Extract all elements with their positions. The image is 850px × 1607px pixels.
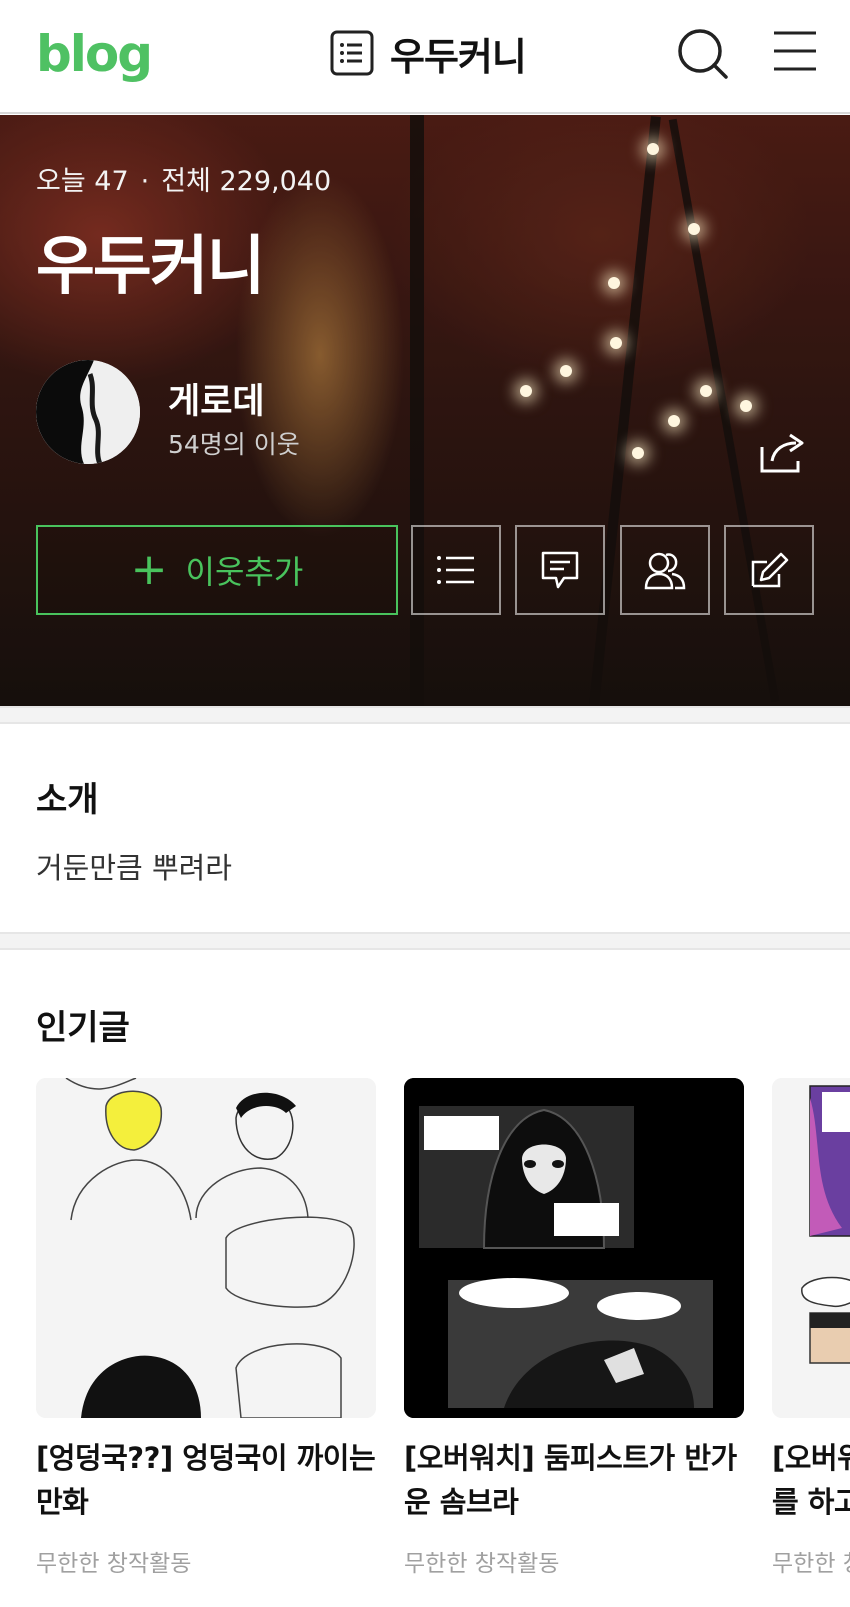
neighbors-icon <box>644 552 686 590</box>
stats-separator: · <box>140 166 150 197</box>
plus-icon: + <box>130 544 168 595</box>
section-divider <box>0 932 850 950</box>
write-icon <box>751 552 789 588</box>
guestbook-button[interactable] <box>515 525 605 615</box>
post-category: 무한한 창작활동 <box>36 1551 192 1577</box>
add-neighbor-button[interactable]: + 이웃추가 <box>36 525 398 615</box>
post-thumbnail[interactable] <box>36 1078 376 1418</box>
popular-post-card[interactable]: [오버워치] 여섯번째 이야기를 하고 온 메르시 무한한 창작활동 <box>772 1078 850 1578</box>
post-thumbnail[interactable] <box>404 1078 744 1418</box>
section-divider <box>0 706 850 724</box>
add-neighbor-label: 이웃추가 <box>185 553 304 591</box>
intro-text: 거둔만큼 뿌려라 <box>36 851 232 885</box>
post-title[interactable]: [오버워치] 여섯번째 이야기를 하고 온 메르시 <box>772 1436 850 1524</box>
post-list-button[interactable] <box>411 525 501 615</box>
search-icon[interactable] <box>677 28 729 80</box>
today-count: 오늘 47 <box>36 166 129 197</box>
neighbors-button[interactable] <box>620 525 710 615</box>
list-icon <box>330 30 374 76</box>
popular-heading: 인기글 <box>36 1008 130 1048</box>
menu-icon[interactable] <box>772 30 818 72</box>
visitor-stats: 오늘 47 · 전체 229,040 <box>36 159 331 198</box>
neighbor-count[interactable]: 54명의 이웃 <box>168 425 300 461</box>
nickname[interactable]: 게로데 <box>168 373 265 424</box>
blog-title: 우두커니 <box>36 230 266 304</box>
intro-heading: 소개 <box>36 780 99 820</box>
post-category: 무한한 창작활동 <box>404 1551 560 1577</box>
post-list-icon <box>437 556 474 584</box>
write-button[interactable] <box>724 525 814 615</box>
header-title: 우두커니 <box>390 34 527 79</box>
share-icon[interactable] <box>758 431 808 475</box>
top-header: blog 우두커니 <box>0 0 850 114</box>
blog-cover: 오늘 47 · 전체 229,040 우두커니 게로데 54명의 이웃 + 이웃추가 <box>0 115 850 706</box>
post-thumbnail[interactable] <box>772 1078 850 1418</box>
blog-logo[interactable]: blog <box>36 24 153 84</box>
post-title[interactable]: [오버워치] 둠피스트가 반가운 솜브라 <box>404 1436 744 1524</box>
header-title-wrap[interactable]: 우두커니 <box>330 28 527 79</box>
total-count: 전체 229,040 <box>161 166 332 197</box>
avatar[interactable] <box>36 360 140 464</box>
popular-post-card[interactable]: [엉덩국??] 엉덩국이 까이는 만화 무한한 창작활동 <box>36 1078 376 1578</box>
popular-post-card[interactable]: [오버워치] 둠피스트가 반가운 솜브라 무한한 창작활동 <box>404 1078 744 1578</box>
post-title[interactable]: [엉덩국??] 엉덩국이 까이는 만화 <box>36 1436 376 1524</box>
comment-icon <box>541 551 579 589</box>
post-category: 무한한 창작활동 <box>772 1551 850 1577</box>
